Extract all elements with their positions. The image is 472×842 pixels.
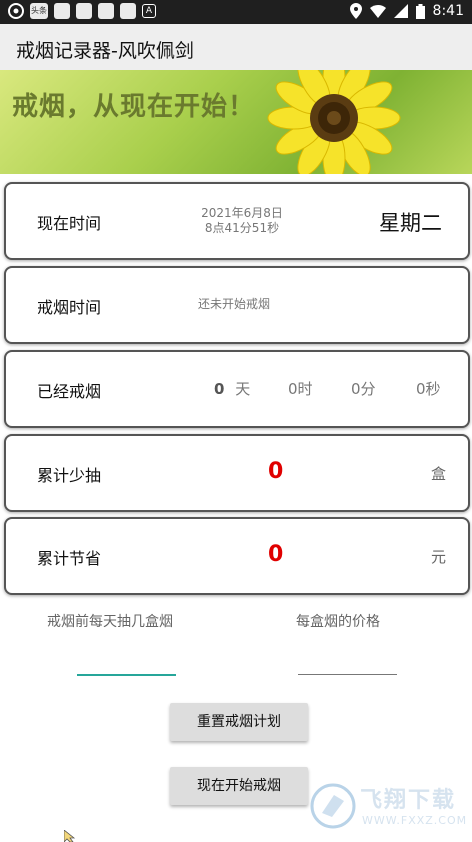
current-time-card: 现在时间 2021年6月8日 8点41分51秒 星期二 bbox=[4, 182, 470, 260]
battery-icon bbox=[415, 3, 425, 19]
status-bar-notifications: 头条 A bbox=[8, 3, 156, 19]
packs-per-day-label: 戒烟前每天抽几盒烟 bbox=[47, 614, 173, 630]
elapsed-hours: 0时 bbox=[288, 380, 313, 398]
money-saved-value: 0 bbox=[268, 542, 284, 567]
watermark-logo-icon bbox=[310, 783, 356, 829]
news-badge-icon: 头条 bbox=[30, 3, 48, 19]
notification-icon bbox=[98, 3, 114, 19]
elapsed-minutes: 0分 bbox=[351, 380, 376, 398]
money-saved-label: 累计节省 bbox=[37, 549, 102, 568]
sunflower-image bbox=[267, 70, 401, 174]
elapsed-days-number: 0 bbox=[214, 380, 225, 398]
elapsed-label: 已经戒烟 bbox=[37, 382, 102, 401]
banner-slogan: 戒烟，从现在开始！ bbox=[12, 92, 256, 122]
current-clock: 8点41分51秒 bbox=[204, 221, 280, 235]
money-saved-unit: 元 bbox=[430, 548, 446, 566]
pack-price-label: 每盒烟的价格 bbox=[296, 614, 380, 630]
app-title: 戒烟记录器-风吹佩剑 bbox=[16, 40, 194, 62]
wifi-icon bbox=[369, 5, 386, 18]
money-saved-card: 累计节省 0 元 bbox=[4, 517, 470, 595]
watermark-brand: 飞翔下载 bbox=[360, 788, 457, 813]
app-logo-icon bbox=[8, 3, 24, 19]
elapsed-days-unit: 天 bbox=[235, 380, 251, 398]
less-smoked-label: 累计少抽 bbox=[37, 466, 102, 485]
mouse-cursor-icon bbox=[64, 830, 76, 842]
current-date: 2021年6月8日 bbox=[201, 206, 283, 220]
elapsed-days: 0 天 bbox=[214, 378, 250, 399]
current-time-label: 现在时间 bbox=[37, 214, 102, 233]
quit-time-value: 还未开始戒烟 bbox=[198, 297, 271, 311]
less-smoked-unit: 盒 bbox=[430, 465, 446, 483]
notification-icon bbox=[54, 3, 70, 19]
banner: 戒烟，从现在开始！ bbox=[0, 70, 472, 174]
status-bar-system: 8:41 bbox=[349, 3, 464, 19]
watermark: 飞翔下载 WWW.FXXZ.COM bbox=[310, 778, 470, 834]
watermark-url: WWW.FXXZ.COM bbox=[362, 814, 468, 827]
app-bar: 戒烟记录器-风吹佩剑 bbox=[0, 24, 472, 70]
quit-time-card: 戒烟时间 还未开始戒烟 bbox=[4, 266, 470, 344]
less-smoked-value: 0 bbox=[268, 459, 284, 484]
notification-icon bbox=[76, 3, 92, 19]
weekday-text: 星期二 bbox=[379, 211, 442, 235]
elapsed-card: 已经戒烟 0 天 0时 0分 0秒 bbox=[4, 350, 470, 428]
current-time-value: 2021年6月8日 8点41分51秒 bbox=[192, 206, 292, 236]
status-bar: 头条 A 8:41 bbox=[0, 0, 472, 24]
notification-icon bbox=[120, 3, 136, 19]
less-smoked-card: 累计少抽 0 盒 bbox=[4, 434, 470, 512]
status-time: 8:41 bbox=[432, 3, 464, 19]
reset-plan-button[interactable]: 重置戒烟计划 bbox=[170, 703, 308, 741]
packs-per-day-input[interactable] bbox=[77, 674, 176, 676]
quit-time-label: 戒烟时间 bbox=[37, 298, 102, 317]
elapsed-seconds: 0秒 bbox=[416, 380, 441, 398]
location-icon bbox=[349, 3, 362, 19]
signal-icon bbox=[393, 4, 408, 18]
a-badge-icon: A bbox=[142, 4, 156, 18]
pack-price-input[interactable] bbox=[298, 674, 397, 675]
start-quit-button[interactable]: 现在开始戒烟 bbox=[170, 767, 308, 805]
